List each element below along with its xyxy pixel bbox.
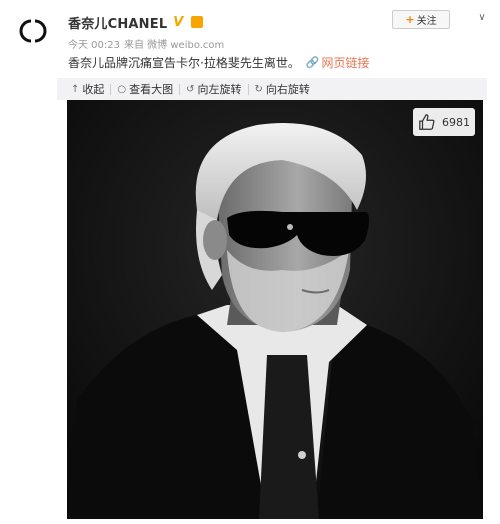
like-count: 6981 [442,115,470,129]
chanel-logo-icon [19,19,47,43]
post-source: 来自 微博 weibo.com [124,40,225,51]
toolbar-rotate-left[interactable]: ↺ 向左旋转 [180,81,247,97]
post-text: 香奈儿品牌沉痛宣告卡尔·拉格斐先生离世。 [68,56,300,70]
toolbar-collapse[interactable]: ↑ 收起 [65,81,110,97]
like-badge[interactable]: 6981 [413,108,475,136]
avatar[interactable] [10,8,56,54]
toolbar-collapse-label: 收起 [82,83,105,96]
author-name[interactable]: 香奈儿CHANEL [68,13,167,32]
thumbs-up-icon [419,114,435,130]
toolbar-view-large[interactable]: ○ 查看大图 [111,81,179,97]
collapse-icon: ↑ [71,83,80,95]
follow-button[interactable]: + 关注 [392,10,450,29]
portrait-photo [67,100,483,519]
post-timestamp[interactable]: 今天 00:23 [68,36,120,51]
rotate-right-icon: ↻ [254,83,263,95]
author-row: 香奈儿CHANEL V [68,12,204,32]
toolbar-rotate-right[interactable]: ↻ 向右旋转 [249,81,316,97]
follow-button-label: 关注 [416,16,437,27]
toolbar-rotate-right-label: 向右旋转 [265,83,310,96]
post-header: 香奈儿CHANEL V 今天 00:23 来自 微博 weibo.com + 关… [0,0,500,105]
zoom-icon: ○ [117,83,127,95]
post-content: 香奈儿品牌沉痛宣告卡尔·拉格斐先生离世。 🔗 网页链接 [68,54,370,71]
toolbar-view-large-label: 查看大图 [129,83,174,96]
chevron-down-icon[interactable]: ∨ [476,11,488,23]
member-level-icon [191,16,204,28]
post-photo[interactable]: 6981 [67,100,483,519]
web-link[interactable]: 🔗 网页链接 [306,54,370,71]
image-toolbar: ↑ 收起 ○ 查看大图 ↺ 向左旋转 ↻ 向右旋转 [57,78,487,100]
verified-icon: V [173,14,184,30]
toolbar-rotate-left-label: 向左旋转 [197,83,242,96]
follow-plus-icon: + [405,13,415,26]
web-link-label: 网页链接 [321,56,370,70]
rotate-left-icon: ↺ [186,83,195,95]
post-meta: 今天 00:23 来自 微博 weibo.com [68,36,224,51]
link-icon: 🔗 [305,56,320,69]
